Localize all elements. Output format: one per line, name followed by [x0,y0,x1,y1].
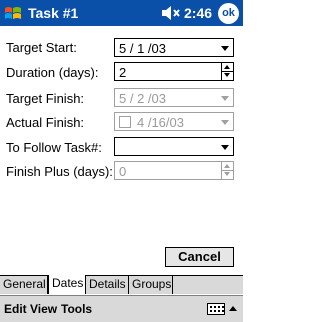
menu-view[interactable]: View [30,302,57,316]
target-start-value: 5 / 1 /03 [119,41,166,56]
ok-button[interactable]: ok [218,3,239,24]
volume-icon[interactable] [161,5,181,21]
target-finish-dropdown: 5 / 2 /03 [114,88,234,107]
chevron-down-icon[interactable] [221,46,229,51]
target-finish-label: Target Finish: [6,91,85,106]
target-start-label: Target Start: [6,40,77,55]
duration-label: Duration (days): [6,65,99,80]
target-finish-value: 5 / 2 /03 [119,91,166,106]
keyboard-icon[interactable] [207,303,225,315]
finish-plus-label: Finish Plus (days): [6,164,113,179]
cancel-button[interactable]: Cancel [165,247,234,267]
chevron-down-icon [221,120,229,125]
duration-value: 2 [119,65,127,80]
actual-finish-value: 4 /16/03 [137,115,184,130]
tab-dates[interactable]: Dates [48,275,86,294]
tab-details[interactable]: Details [86,276,129,294]
tab-groups[interactable]: Groups [129,276,173,294]
clock[interactable]: 2:46 [184,5,212,21]
duration-stepper[interactable]: 2 [114,62,234,81]
tab-strip: General Dates Details Groups [0,275,243,294]
input-panel-arrow-icon[interactable] [229,306,237,311]
spin-down-icon [221,170,233,179]
to-follow-dropdown[interactable] [114,137,234,156]
finish-plus-stepper: 0 [114,161,234,180]
spin-down-icon[interactable] [221,71,233,80]
menu-bar: Edit View Tools [0,295,243,322]
tab-general[interactable]: General [0,276,48,294]
actual-finish-label: Actual Finish: [6,115,85,130]
chevron-down-icon [221,96,229,101]
actual-finish-checkbox[interactable] [119,116,131,128]
finish-plus-value: 0 [119,164,127,179]
title-bar: Task #1 2:46 ok [0,0,243,26]
to-follow-label: To Follow Task#: [6,140,102,155]
windows-flag-icon[interactable] [3,3,23,23]
window-title: Task #1 [28,5,79,21]
target-start-dropdown[interactable]: 5 / 1 /03 [114,38,234,57]
chevron-down-icon[interactable] [221,145,229,150]
menu-edit[interactable]: Edit [4,302,27,316]
menu-tools[interactable]: Tools [61,302,92,316]
actual-finish-dropdown: 4 /16/03 [114,112,234,131]
